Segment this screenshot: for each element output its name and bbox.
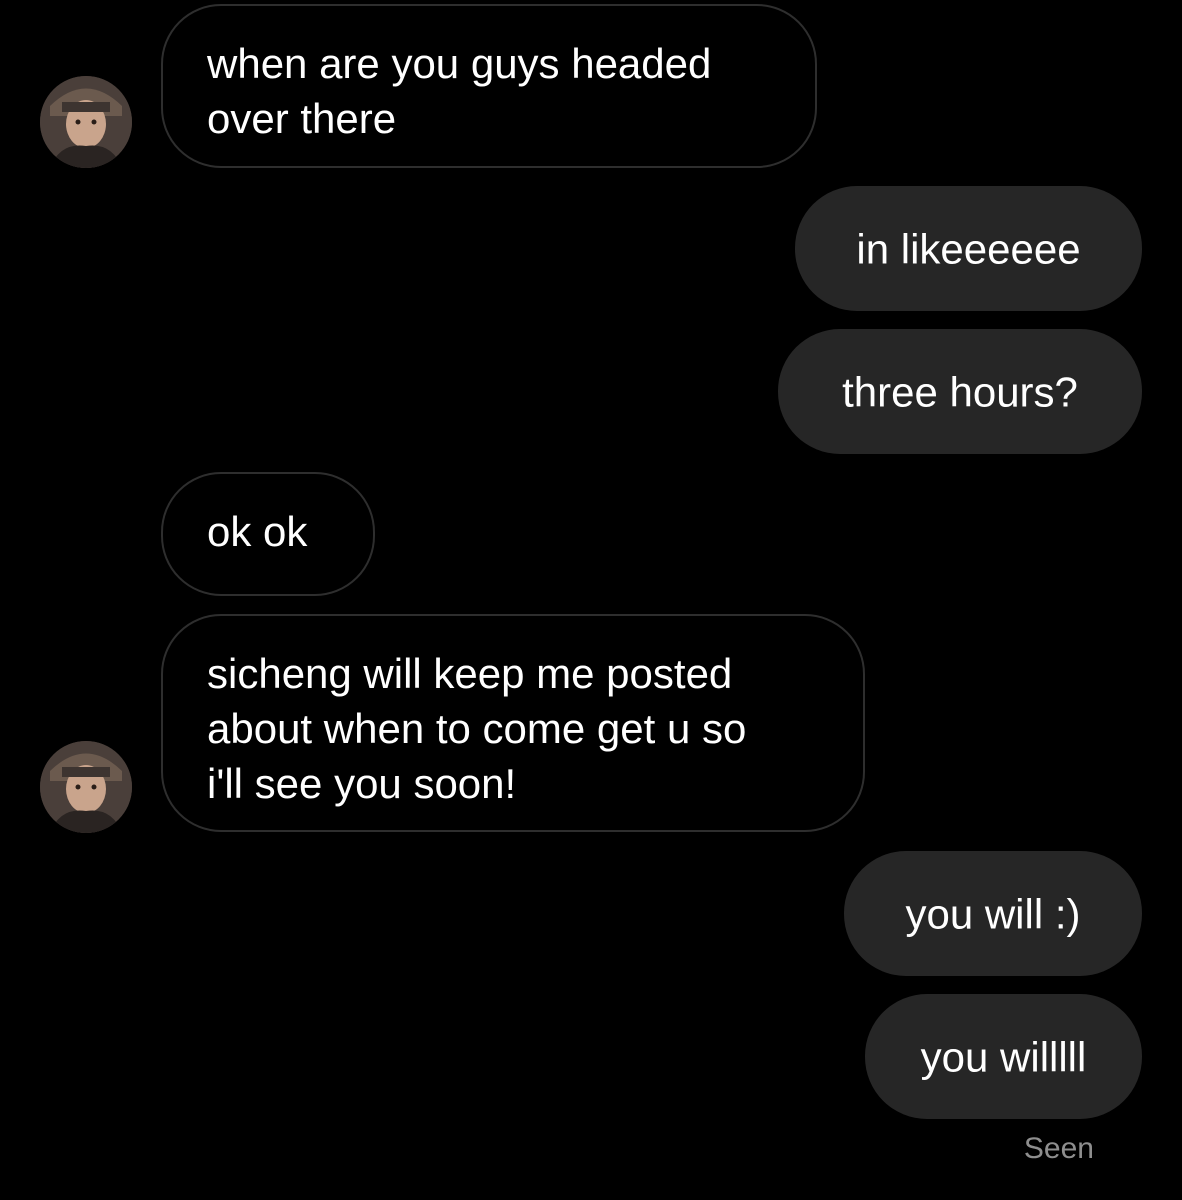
message-text-line: sicheng will keep me posted xyxy=(207,650,733,697)
message-text-line: over there xyxy=(207,95,397,142)
message-text-line: ok ok xyxy=(207,508,308,555)
message-text-line: i'll see you soon! xyxy=(207,760,517,807)
outgoing-message-bubble[interactable]: you willlll xyxy=(865,994,1142,1119)
message-text: three hours? xyxy=(842,368,1078,415)
avatar-photo-icon xyxy=(40,76,132,168)
contact-avatar[interactable] xyxy=(40,741,132,833)
message-text: you will :) xyxy=(905,890,1081,937)
avatar-photo-icon xyxy=(40,741,132,833)
seen-status: Seen xyxy=(1023,1132,1094,1165)
contact-avatar[interactable] xyxy=(40,76,132,168)
incoming-message-bubble[interactable]: when are you guys headed over there xyxy=(161,4,817,168)
message-text-line: when are you guys headed xyxy=(207,40,712,87)
message-text: you willlll xyxy=(920,1033,1087,1080)
incoming-message-bubble[interactable]: sicheng will keep me posted about when t… xyxy=(161,614,865,832)
incoming-message-bubble[interactable]: ok ok xyxy=(161,472,375,596)
message-text-line: about when to come get u so xyxy=(207,705,747,752)
message-text: in likeeeeee xyxy=(856,225,1081,272)
outgoing-message-bubble[interactable]: in likeeeeee xyxy=(795,186,1142,311)
outgoing-message-bubble[interactable]: you will :) xyxy=(844,851,1142,976)
outgoing-message-bubble[interactable]: three hours? xyxy=(778,329,1142,454)
